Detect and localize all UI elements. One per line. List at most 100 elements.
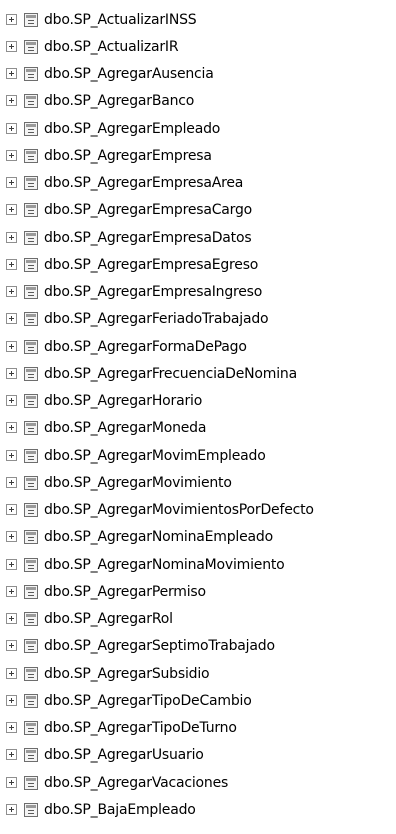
expand-plus-icon[interactable] (6, 340, 17, 352)
tree-node-stored-procedure[interactable]: dbo.SP_AgregarNominaMovimiento (0, 551, 396, 578)
tree-node-label[interactable]: dbo.SP_AgregarTipoDeTurno (44, 720, 237, 736)
expand-plus-icon[interactable] (6, 694, 17, 706)
tree-node-stored-procedure[interactable]: dbo.SP_AgregarRol (0, 606, 396, 633)
expand-plus-icon[interactable] (6, 122, 17, 134)
expand-plus-icon[interactable] (6, 640, 17, 652)
expand-plus-icon[interactable] (6, 749, 17, 761)
expand-plus-icon[interactable] (6, 13, 17, 25)
tree-node-stored-procedure[interactable]: dbo.SP_AgregarMovimientosPorDefecto (0, 497, 396, 524)
stored-procedure-icon (24, 503, 38, 518)
tree-node-stored-procedure[interactable]: dbo.SP_AgregarVacaciones (0, 769, 396, 796)
tree-node-stored-procedure[interactable]: dbo.SP_AgregarNominaEmpleado (0, 524, 396, 551)
tree-node-stored-procedure[interactable]: dbo.SP_AgregarMoneda (0, 415, 396, 442)
tree-node-stored-procedure[interactable]: dbo.SP_AgregarSeptimoTrabajado (0, 633, 396, 660)
expand-plus-icon[interactable] (6, 313, 17, 325)
expand-plus-icon[interactable] (6, 68, 17, 80)
tree-node-stored-procedure[interactable]: dbo.SP_AgregarFrecuenciaDeNomina (0, 360, 396, 387)
tree-node-label[interactable]: dbo.SP_AgregarFrecuenciaDeNomina (44, 366, 297, 382)
expand-plus-icon[interactable] (6, 585, 17, 597)
expand-plus-icon[interactable] (6, 776, 17, 788)
tree-node-label[interactable]: dbo.SP_AgregarNominaEmpleado (44, 529, 273, 545)
tree-node-stored-procedure[interactable]: dbo.SP_AgregarUsuario (0, 742, 396, 769)
tree-node-stored-procedure[interactable]: dbo.SP_BajaEmpleado (0, 796, 396, 823)
expand-plus-icon[interactable] (6, 149, 17, 161)
expand-plus-icon[interactable] (6, 667, 17, 679)
expand-plus-icon[interactable] (6, 613, 17, 625)
expand-plus-icon[interactable] (6, 40, 17, 52)
tree-node-label[interactable]: dbo.SP_BajaEmpleado (44, 802, 196, 818)
tree-node-label[interactable]: dbo.SP_AgregarHorario (44, 393, 202, 409)
expand-plus-icon[interactable] (6, 95, 17, 107)
expand-plus-icon[interactable] (6, 449, 17, 461)
stored-procedure-icon (24, 94, 38, 109)
tree-node-label[interactable]: dbo.SP_AgregarRol (44, 611, 173, 627)
expand-plus-icon[interactable] (6, 367, 17, 379)
stored-procedure-icon (24, 230, 38, 245)
tree-node-label[interactable]: dbo.SP_AgregarMoneda (44, 420, 206, 436)
tree-node-label[interactable]: dbo.SP_AgregarVacaciones (44, 775, 228, 791)
tree-node-stored-procedure[interactable]: dbo.SP_AgregarAusencia (0, 61, 396, 88)
expand-plus-icon[interactable] (6, 177, 17, 189)
expand-plus-icon[interactable] (6, 504, 17, 516)
tree-node-label[interactable]: dbo.SP_AgregarEmpresaDatos (44, 230, 252, 246)
tree-node-stored-procedure[interactable]: dbo.SP_AgregarTipoDeTurno (0, 715, 396, 742)
tree-node-stored-procedure[interactable]: dbo.SP_AgregarEmpresaDatos (0, 224, 396, 251)
expand-plus-icon[interactable] (6, 258, 17, 270)
tree-node-stored-procedure[interactable]: dbo.SP_AgregarFormaDePago (0, 333, 396, 360)
stored-procedure-icon (24, 39, 38, 54)
tree-node-stored-procedure[interactable]: dbo.SP_AgregarEmpresa (0, 142, 396, 169)
tree-node-stored-procedure[interactable]: dbo.SP_AgregarMovimiento (0, 469, 396, 496)
expand-plus-icon[interactable] (6, 204, 17, 216)
expand-plus-icon[interactable] (6, 531, 17, 543)
tree-node-stored-procedure[interactable]: dbo.SP_AgregarPermiso (0, 578, 396, 605)
expand-plus-icon[interactable] (6, 558, 17, 570)
expand-plus-icon[interactable] (6, 286, 17, 298)
expand-plus-icon[interactable] (6, 231, 17, 243)
tree-node-label[interactable]: dbo.SP_AgregarBanco (44, 93, 194, 109)
expand-plus-icon[interactable] (6, 803, 17, 815)
expand-plus-icon[interactable] (6, 395, 17, 407)
tree-node-stored-procedure[interactable]: dbo.SP_AgregarHorario (0, 388, 396, 415)
tree-node-stored-procedure[interactable]: dbo.SP_AgregarSubsidio (0, 660, 396, 687)
tree-node-label[interactable]: dbo.SP_AgregarAusencia (44, 66, 214, 82)
tree-node-label[interactable]: dbo.SP_AgregarSeptimoTrabajado (44, 638, 275, 654)
stored-procedure-icon (24, 12, 38, 27)
tree-node-label[interactable]: dbo.SP_AgregarEmpresaEgreso (44, 257, 258, 273)
tree-node-label[interactable]: dbo.SP_AgregarMovimientosPorDefecto (44, 502, 314, 518)
tree-node-label[interactable]: dbo.SP_AgregarPermiso (44, 584, 206, 600)
tree-node-stored-procedure[interactable]: dbo.SP_AgregarEmpresaIngreso (0, 279, 396, 306)
tree-node-label[interactable]: dbo.SP_AgregarEmpresaIngreso (44, 284, 262, 300)
expand-plus-icon[interactable] (6, 476, 17, 488)
tree-node-label[interactable]: dbo.SP_AgregarEmpresaArea (44, 175, 243, 191)
tree-node-label[interactable]: dbo.SP_AgregarMovimEmpleado (44, 448, 266, 464)
tree-node-label[interactable]: dbo.SP_AgregarEmpleado (44, 121, 220, 137)
tree-node-label[interactable]: dbo.SP_AgregarEmpresa (44, 148, 212, 164)
tree-node-label[interactable]: dbo.SP_AgregarMovimiento (44, 475, 232, 491)
stored-procedure-icon (24, 639, 38, 654)
tree-node-label[interactable]: dbo.SP_AgregarNominaMovimiento (44, 557, 285, 573)
tree-node-stored-procedure[interactable]: dbo.SP_AgregarEmpleado (0, 115, 396, 142)
tree-node-label[interactable]: dbo.SP_AgregarFormaDePago (44, 339, 247, 355)
stored-procedure-icon (24, 67, 38, 82)
tree-node-stored-procedure[interactable]: dbo.SP_ActualizarINSS (0, 6, 396, 33)
tree-node-stored-procedure[interactable]: dbo.SP_ActualizarIR (0, 33, 396, 60)
stored-procedure-icon (24, 339, 38, 354)
expand-plus-icon[interactable] (6, 722, 17, 734)
tree-node-stored-procedure[interactable]: dbo.SP_AgregarEmpresaEgreso (0, 251, 396, 278)
stored-procedure-icon (24, 693, 38, 708)
tree-node-stored-procedure[interactable]: dbo.SP_AgregarFeriadoTrabajado (0, 306, 396, 333)
tree-node-stored-procedure[interactable]: dbo.SP_AgregarBanco (0, 88, 396, 115)
tree-node-stored-procedure[interactable]: dbo.SP_AgregarMovimEmpleado (0, 442, 396, 469)
stored-procedure-icon (24, 394, 38, 409)
tree-node-stored-procedure[interactable]: dbo.SP_AgregarTipoDeCambio (0, 687, 396, 714)
tree-node-label[interactable]: dbo.SP_ActualizarINSS (44, 12, 197, 28)
tree-node-stored-procedure[interactable]: dbo.SP_AgregarEmpresaCargo (0, 197, 396, 224)
tree-node-label[interactable]: dbo.SP_AgregarFeriadoTrabajado (44, 311, 269, 327)
tree-node-label[interactable]: dbo.SP_AgregarUsuario (44, 747, 204, 763)
expand-plus-icon[interactable] (6, 422, 17, 434)
tree-node-label[interactable]: dbo.SP_AgregarSubsidio (44, 666, 210, 682)
tree-node-label[interactable]: dbo.SP_AgregarEmpresaCargo (44, 202, 252, 218)
tree-node-stored-procedure[interactable]: dbo.SP_AgregarEmpresaArea (0, 170, 396, 197)
tree-node-label[interactable]: dbo.SP_AgregarTipoDeCambio (44, 693, 252, 709)
tree-node-label[interactable]: dbo.SP_ActualizarIR (44, 39, 179, 55)
